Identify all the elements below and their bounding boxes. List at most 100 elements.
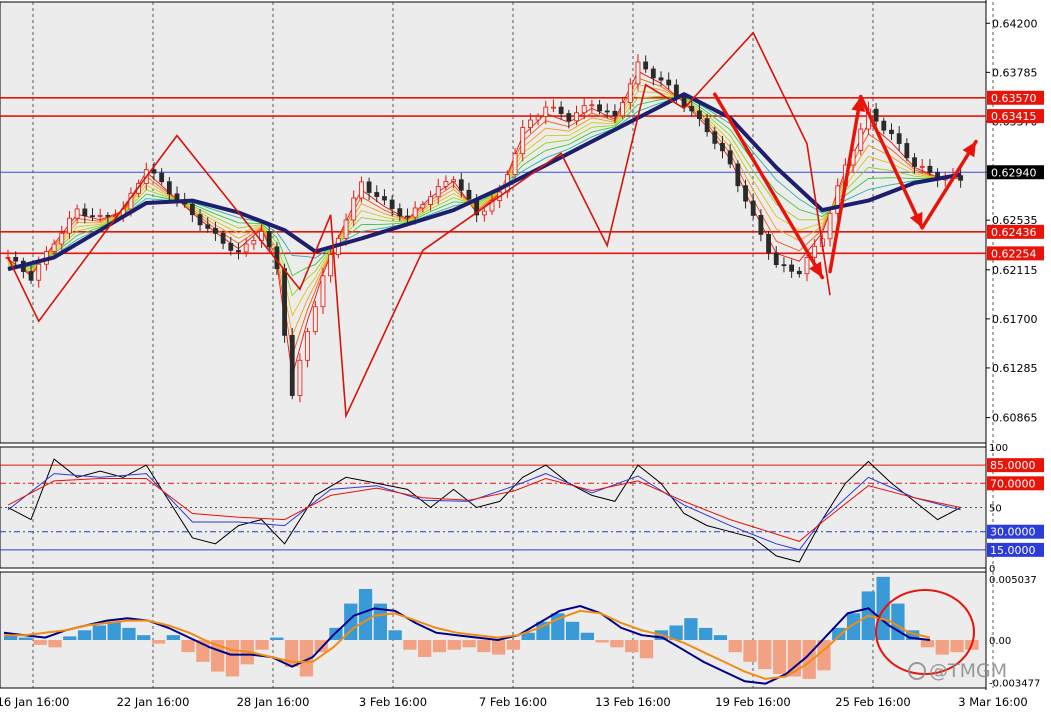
macd-histogram-bar bbox=[403, 640, 417, 650]
candle-body bbox=[827, 212, 833, 240]
candle-body bbox=[597, 104, 602, 112]
price-level-label: 0.63570 bbox=[991, 92, 1037, 105]
candle-body bbox=[750, 200, 756, 216]
candle-body bbox=[358, 181, 364, 199]
macd-histogram-bar bbox=[684, 618, 698, 641]
macd-histogram-bar bbox=[772, 640, 787, 675]
price-tick-label: 0.60865 bbox=[992, 412, 1038, 425]
candle-body bbox=[666, 79, 672, 86]
candle-body bbox=[189, 203, 195, 216]
candle-body bbox=[28, 271, 34, 281]
macd-histogram-bar bbox=[137, 635, 151, 641]
x-tick-label: 25 Feb 16:00 bbox=[835, 695, 910, 709]
candle-body bbox=[650, 68, 656, 79]
candle-body bbox=[205, 224, 211, 229]
macd-tick-label: 0.005037 bbox=[989, 575, 1037, 586]
watermark-text: @TMGM bbox=[929, 660, 1008, 682]
candle-body bbox=[766, 234, 771, 254]
candle-body bbox=[704, 118, 710, 133]
candle-body bbox=[174, 193, 180, 201]
candle-body bbox=[382, 196, 387, 201]
candle-body bbox=[13, 256, 19, 262]
macd-histogram-bar bbox=[625, 640, 639, 653]
x-tick-label: 28 Jan 16:00 bbox=[237, 695, 310, 709]
macd-histogram-bar bbox=[492, 640, 506, 655]
candle-body bbox=[374, 192, 380, 197]
oscillator-level-label: 15.0000 bbox=[990, 544, 1036, 557]
candle-body bbox=[297, 359, 303, 396]
price-tick-label: 0.64200 bbox=[992, 17, 1038, 30]
macd-histogram-bar bbox=[580, 632, 595, 641]
x-tick-label: 16 Jan 16:00 bbox=[0, 695, 69, 709]
oscillator-level-label: 85.0000 bbox=[990, 459, 1036, 472]
candle-body bbox=[90, 215, 95, 218]
oscillator-tick-label: 100 bbox=[989, 443, 1008, 454]
macd-histogram-bar bbox=[48, 640, 62, 648]
macd-histogram-bar bbox=[270, 637, 284, 641]
oscillator-tick-label: 50 bbox=[989, 504, 1002, 515]
price-tick-label: 0.63785 bbox=[992, 66, 1038, 79]
candle-body bbox=[689, 106, 695, 112]
candle-body bbox=[604, 110, 610, 113]
candle-body bbox=[543, 106, 549, 117]
candle-body bbox=[197, 214, 203, 226]
x-tick-label: 19 Feb 16:00 bbox=[715, 695, 790, 709]
x-tick-label: 7 Feb 16:00 bbox=[479, 695, 547, 709]
candle-body bbox=[574, 112, 579, 122]
macd-histogram-bar bbox=[181, 640, 195, 653]
macd-histogram-bar bbox=[595, 640, 609, 643]
macd-histogram-bar bbox=[255, 640, 269, 650]
candle-body bbox=[520, 127, 526, 155]
candle-body bbox=[397, 208, 403, 217]
candle-body bbox=[389, 199, 395, 210]
macd-histogram-bar bbox=[77, 630, 92, 641]
macd-histogram-bar bbox=[639, 640, 654, 659]
macd-histogram-bar bbox=[713, 635, 728, 641]
macd-histogram-bar bbox=[506, 640, 521, 650]
candle-body bbox=[243, 243, 249, 253]
candle-body bbox=[727, 150, 733, 165]
price-level-label: 0.63415 bbox=[991, 110, 1037, 123]
candle-body bbox=[620, 102, 626, 117]
tmgm-logo-icon bbox=[908, 662, 926, 680]
x-tick-label: 13 Feb 16:00 bbox=[595, 695, 670, 709]
macd-histogram-bar bbox=[151, 640, 166, 644]
candle-body bbox=[443, 181, 449, 187]
candle-body bbox=[466, 189, 472, 200]
chart-root: 16 Jan 16:00 22 Jan 16:00 28 Jan 16:00 3 Fe… bbox=[0, 0, 1051, 715]
x-tick-label: 3 Feb 16:00 bbox=[359, 695, 427, 709]
macd-histogram-bar bbox=[920, 640, 935, 648]
candle-body bbox=[889, 129, 894, 135]
candle-body bbox=[228, 242, 234, 251]
trading-chart: 16 Jan 16:00 22 Jan 16:00 28 Jan 16:00 3 Fe… bbox=[0, 0, 1051, 715]
price-level-label: 0.62436 bbox=[991, 226, 1037, 239]
candle-body bbox=[919, 165, 925, 168]
candle-body bbox=[320, 275, 326, 308]
macd-histogram-bar bbox=[477, 640, 491, 653]
candle-body bbox=[351, 197, 357, 221]
macd-histogram-bar bbox=[950, 640, 964, 653]
candle-body bbox=[635, 61, 641, 85]
candle-body bbox=[551, 106, 556, 109]
candle-body bbox=[858, 128, 864, 151]
macd-histogram-bar bbox=[122, 627, 136, 641]
candle-body bbox=[927, 165, 933, 173]
candle-body bbox=[343, 219, 349, 239]
candle-body bbox=[712, 131, 718, 144]
candle-body bbox=[643, 61, 649, 70]
candle-body bbox=[904, 143, 910, 159]
candle-body bbox=[312, 306, 318, 333]
candle-body bbox=[251, 240, 257, 245]
candle-body bbox=[97, 215, 103, 217]
macd-histogram-bar bbox=[610, 640, 624, 648]
candle-body bbox=[220, 232, 226, 244]
macd-histogram-bar bbox=[935, 640, 949, 655]
candle-body bbox=[236, 249, 241, 253]
candle-body bbox=[681, 96, 687, 107]
macd-histogram-bar bbox=[418, 640, 432, 658]
macd-histogram-bar bbox=[832, 627, 846, 641]
candle-body bbox=[735, 163, 741, 187]
macd-tick-label: 0.00 bbox=[989, 636, 1011, 647]
macd-histogram-bar bbox=[432, 640, 447, 653]
macd-histogram-bar bbox=[758, 640, 772, 670]
